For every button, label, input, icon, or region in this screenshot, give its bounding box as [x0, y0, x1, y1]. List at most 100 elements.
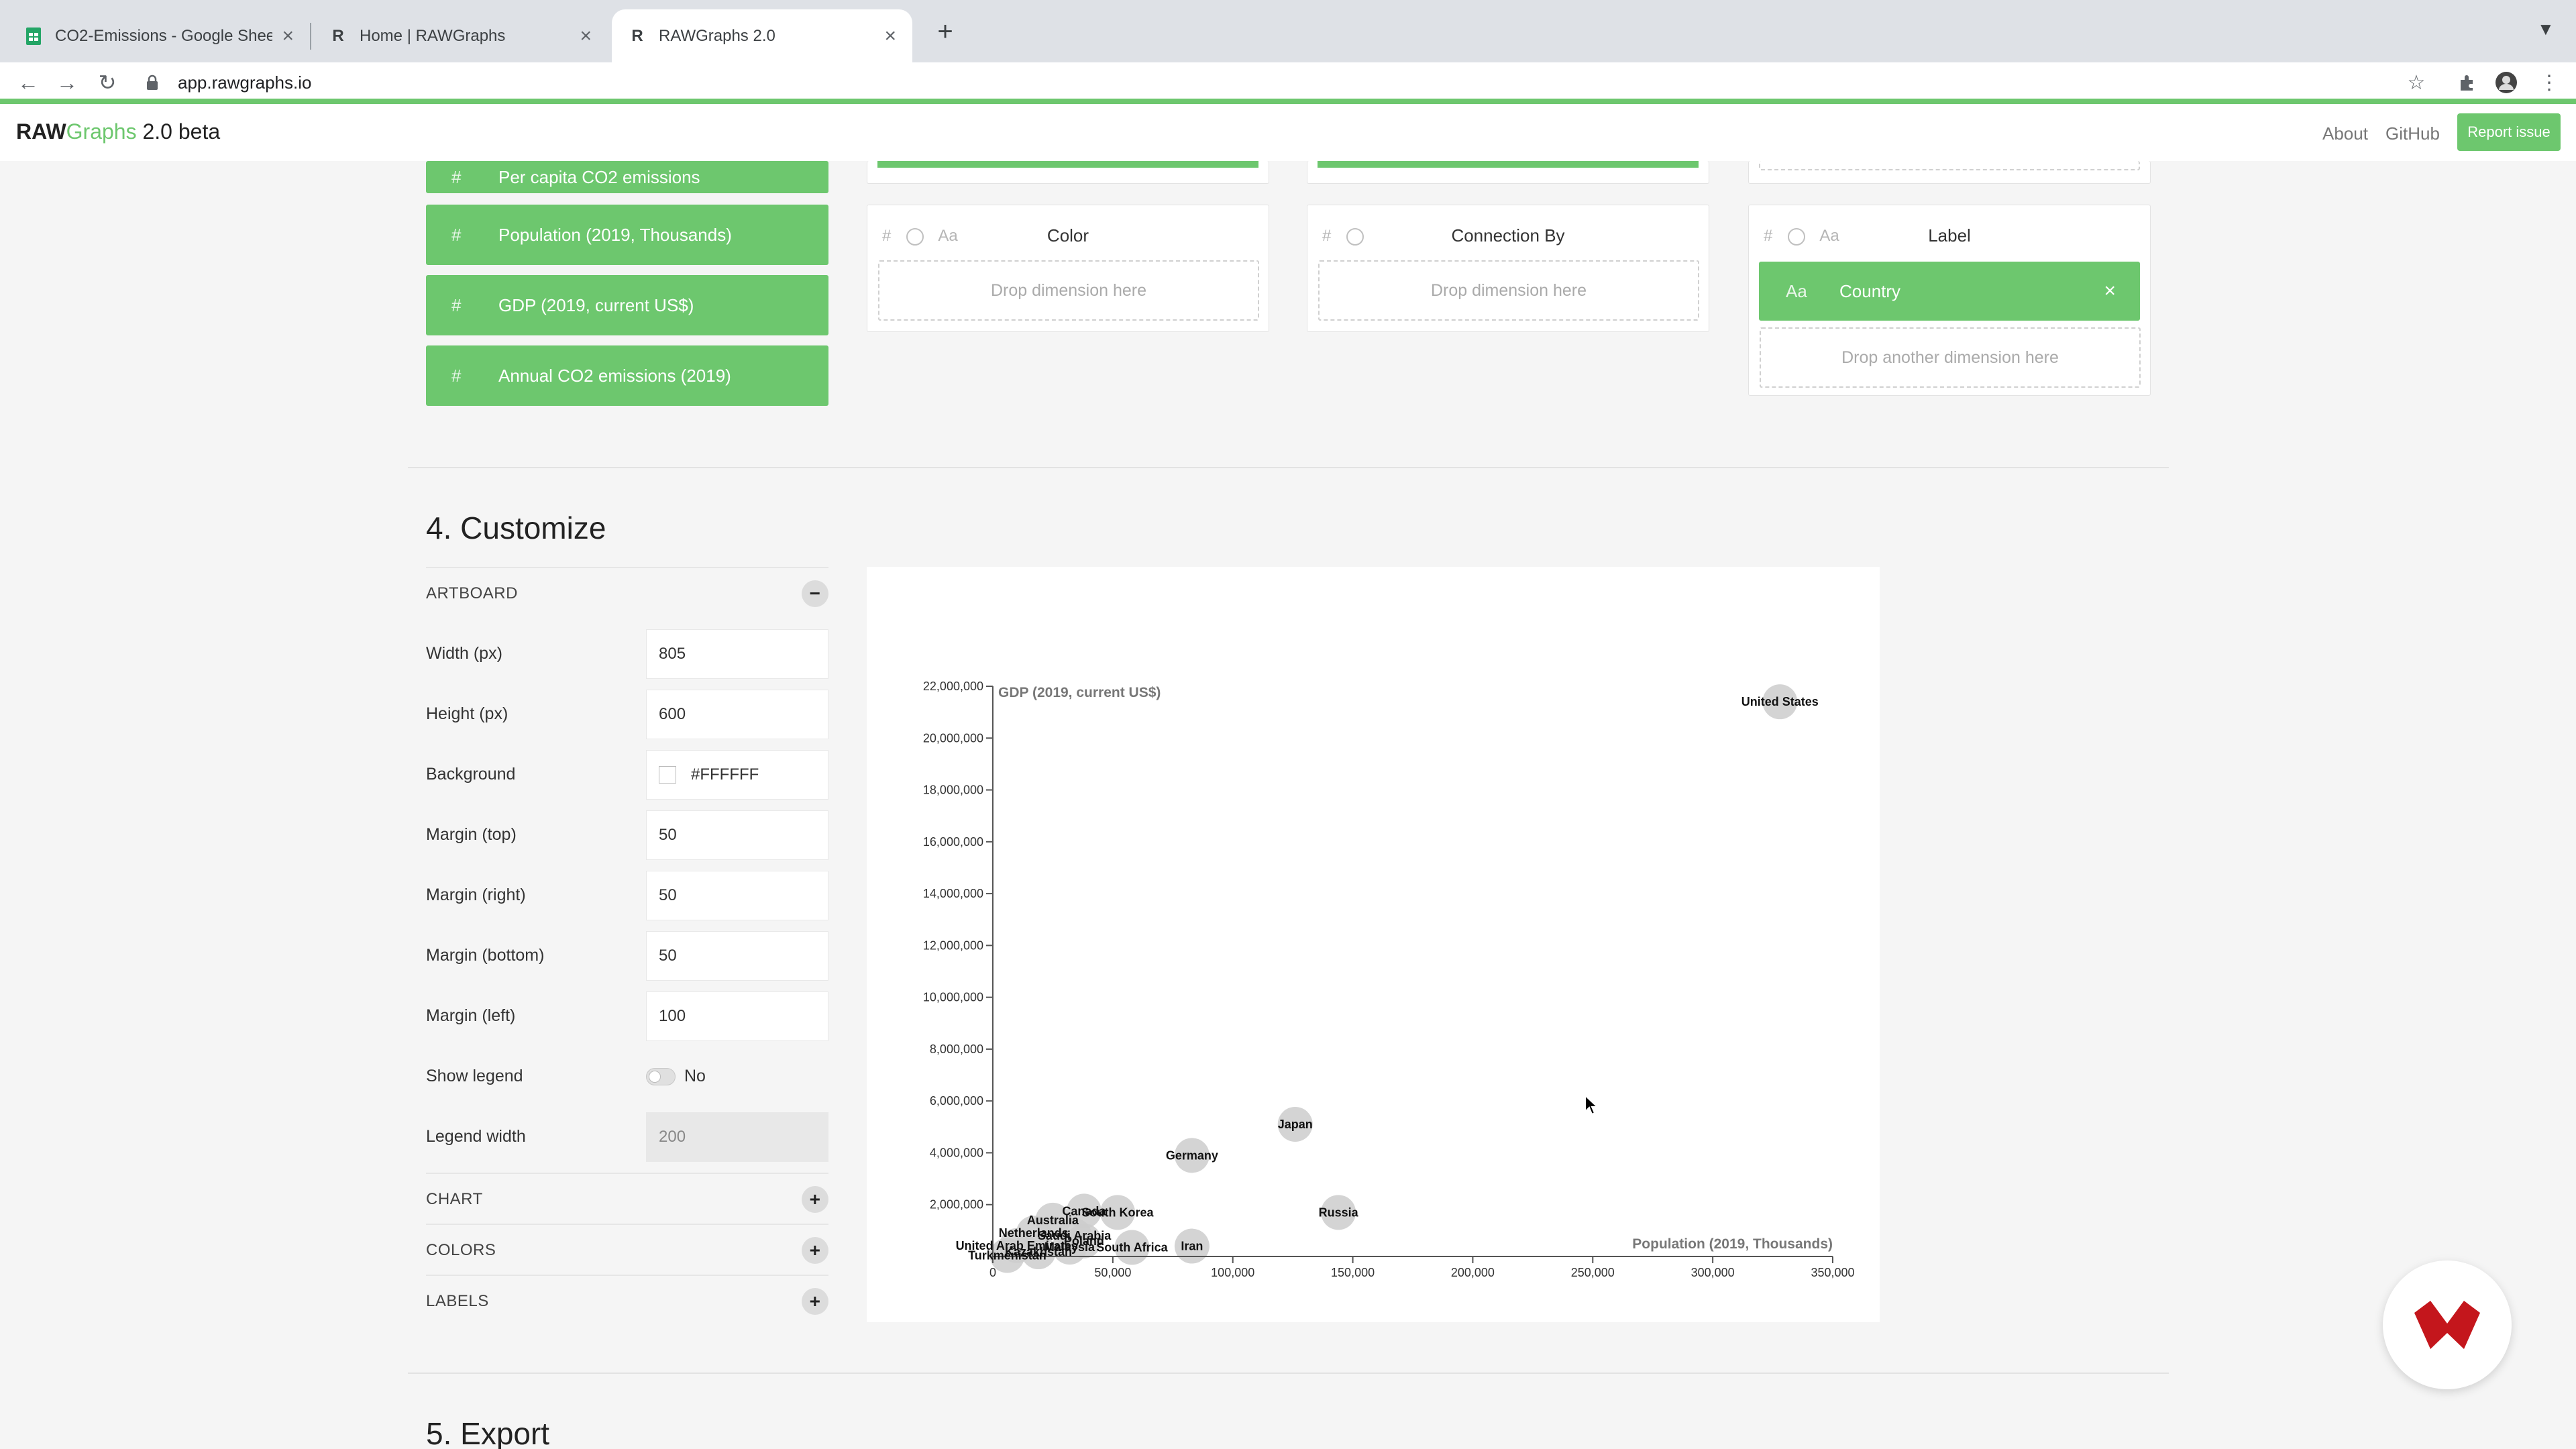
chart-section-header[interactable]: CHART + — [426, 1173, 828, 1225]
reload-icon[interactable]: ↻ — [93, 68, 122, 97]
dimension-label: Per capita CO2 emissions — [498, 167, 700, 187]
mapping-title: Label — [1928, 225, 1971, 246]
close-icon[interactable]: × — [580, 25, 592, 48]
point-label: Netherlands — [999, 1226, 1069, 1240]
section-title-customize: 4. Customize — [426, 511, 606, 545]
legend-width-input[interactable]: 200 — [646, 1112, 828, 1162]
x-tick-label: 150,000 — [1331, 1266, 1375, 1279]
rawgraphs-floating-logo[interactable] — [2383, 1260, 2512, 1389]
number-type-icon: # — [451, 224, 462, 245]
collapse-icon[interactable]: − — [802, 580, 828, 607]
url-field[interactable]: app.rawgraphs.io — [178, 62, 311, 103]
y-tick-label: 16,000,000 — [923, 835, 983, 849]
brand-raw: RAW — [16, 119, 66, 144]
margin-right-input[interactable]: 50 — [646, 871, 828, 920]
lock-icon — [146, 74, 158, 94]
profile-avatar-icon[interactable] — [2494, 70, 2518, 95]
dimension-pill-gdp[interactable]: # GDP (2019, current US$) — [426, 275, 828, 335]
connection-drop-zone[interactable]: Drop dimension here — [1318, 260, 1699, 321]
colors-section-header[interactable]: COLORS + — [426, 1224, 828, 1276]
x-tick-label: 0 — [989, 1266, 996, 1279]
close-icon[interactable]: × — [282, 25, 294, 48]
margin-right-label: Margin (right) — [426, 885, 526, 904]
address-bar: ← → ↻ app.rawgraphs.io ☆ ⋮ — [0, 62, 2576, 103]
tab-rawgraphs-home[interactable]: R Home | RAWGraphs × — [313, 9, 608, 62]
brand-logo[interactable]: RAWGraphs 2.0 beta — [16, 119, 220, 144]
section-label: LABELS — [426, 1292, 489, 1310]
chart-preview: 0 50,000 100,000 150,000 200,000 250,000 300,0… — [867, 567, 1880, 1322]
color-swatch[interactable] — [659, 766, 676, 784]
sheets-icon — [24, 27, 43, 46]
text-type-icon: Aa — [1786, 280, 1807, 301]
rawgraphs-logo-icon — [2414, 1301, 2480, 1349]
mapped-dimension-partial — [877, 161, 1258, 168]
tab-search-icon[interactable]: ▼ — [2537, 19, 2555, 40]
background-color-input[interactable]: #FFFFFF — [646, 750, 828, 800]
mouse-cursor-icon — [1585, 1093, 1599, 1120]
report-issue-button[interactable]: Report issue — [2457, 113, 2561, 151]
number-type-icon: # — [451, 294, 462, 315]
artboard-section-header[interactable]: ARTBOARD − — [426, 567, 828, 619]
label-drop-zone[interactable]: Drop another dimension here — [1760, 327, 2141, 388]
x-tick-label: 100,000 — [1211, 1266, 1254, 1279]
y-tick-label: 4,000,000 — [930, 1146, 983, 1159]
brand-graphs: Graphs — [66, 119, 137, 144]
remove-icon[interactable]: × — [2104, 280, 2116, 303]
margin-bottom-label: Margin (bottom) — [426, 946, 545, 965]
section-label: ARTBOARD — [426, 584, 518, 602]
height-input[interactable]: 600 — [646, 690, 828, 739]
margin-left-label: Margin (left) — [426, 1006, 516, 1025]
close-icon[interactable]: × — [884, 25, 896, 48]
expand-icon[interactable]: + — [802, 1288, 828, 1315]
point-label: Turkmenistan — [968, 1248, 1046, 1262]
forward-icon[interactable]: → — [52, 68, 82, 97]
tab-google-sheets[interactable]: CO2-Emissions - Google Shee × — [8, 9, 310, 62]
extensions-icon[interactable] — [2455, 70, 2479, 95]
y-tick-label: 14,000,000 — [923, 887, 983, 900]
back-icon[interactable]: ← — [13, 68, 43, 97]
point-label: Russia — [1319, 1205, 1359, 1219]
mapped-dimension-country[interactable]: Aa Country × — [1759, 262, 2140, 321]
dimension-pill-annual-co2[interactable]: # Annual CO2 emissions (2019) — [426, 345, 828, 406]
color-drop-zone[interactable]: Drop dimension here — [878, 260, 1259, 321]
section-divider — [408, 1373, 2169, 1374]
star-icon[interactable]: ☆ — [2404, 70, 2428, 95]
margin-bottom-input[interactable]: 50 — [646, 931, 828, 981]
tab-title: CO2-Emissions - Google Shee — [55, 26, 273, 45]
height-label: Height (px) — [426, 704, 508, 723]
expand-icon[interactable]: + — [802, 1237, 828, 1264]
x-tick-label: 300,000 — [1691, 1266, 1735, 1279]
toggle-knob — [649, 1071, 661, 1083]
dimension-label: Population (2019, Thousands) — [498, 224, 732, 245]
expand-icon[interactable]: + — [802, 1186, 828, 1213]
tab-rawgraphs-app[interactable]: R RAWGraphs 2.0 × — [612, 9, 912, 62]
background-value: #FFFFFF — [691, 765, 759, 784]
x-tick-label: 200,000 — [1451, 1266, 1495, 1279]
x-tick-label: 250,000 — [1571, 1266, 1615, 1279]
section-title-export: 5. Export — [426, 1416, 550, 1449]
y-axis-title: GDP (2019, current US$) — [998, 685, 1161, 700]
margin-left-input[interactable]: 100 — [646, 991, 828, 1041]
dimension-pill-population[interactable]: # Population (2019, Thousands) — [426, 205, 828, 265]
new-tab-button[interactable]: + — [928, 15, 962, 48]
number-type-icon: # — [451, 167, 462, 187]
mapping-box-connection: # Connection By Drop dimension here — [1307, 205, 1709, 332]
github-link[interactable]: GitHub — [2385, 123, 2440, 144]
browser-menu-icon[interactable]: ⋮ — [2537, 70, 2561, 95]
y-tick-label: 22,000,000 — [923, 680, 983, 693]
dimension-label: Country — [1839, 280, 1901, 301]
y-tick-label: 2,000,000 — [930, 1198, 983, 1212]
brand-version: 2.0 beta — [136, 119, 221, 144]
about-link[interactable]: About — [2322, 123, 2368, 144]
rawgraphs-icon: R — [332, 26, 344, 45]
dimension-label: Annual CO2 emissions (2019) — [498, 365, 731, 386]
labels-section-header[interactable]: LABELS + — [426, 1275, 828, 1327]
show-legend-label: Show legend — [426, 1067, 523, 1085]
show-legend-toggle[interactable] — [646, 1068, 676, 1085]
dimension-pill-per-capita[interactable]: # Per capita CO2 emissions — [426, 161, 828, 193]
width-input[interactable]: 805 — [646, 629, 828, 679]
point-label: Australia — [1027, 1214, 1079, 1227]
margin-top-input[interactable]: 50 — [646, 810, 828, 860]
point-label: Iran — [1181, 1240, 1203, 1253]
legend-width-label: Legend width — [426, 1127, 526, 1146]
